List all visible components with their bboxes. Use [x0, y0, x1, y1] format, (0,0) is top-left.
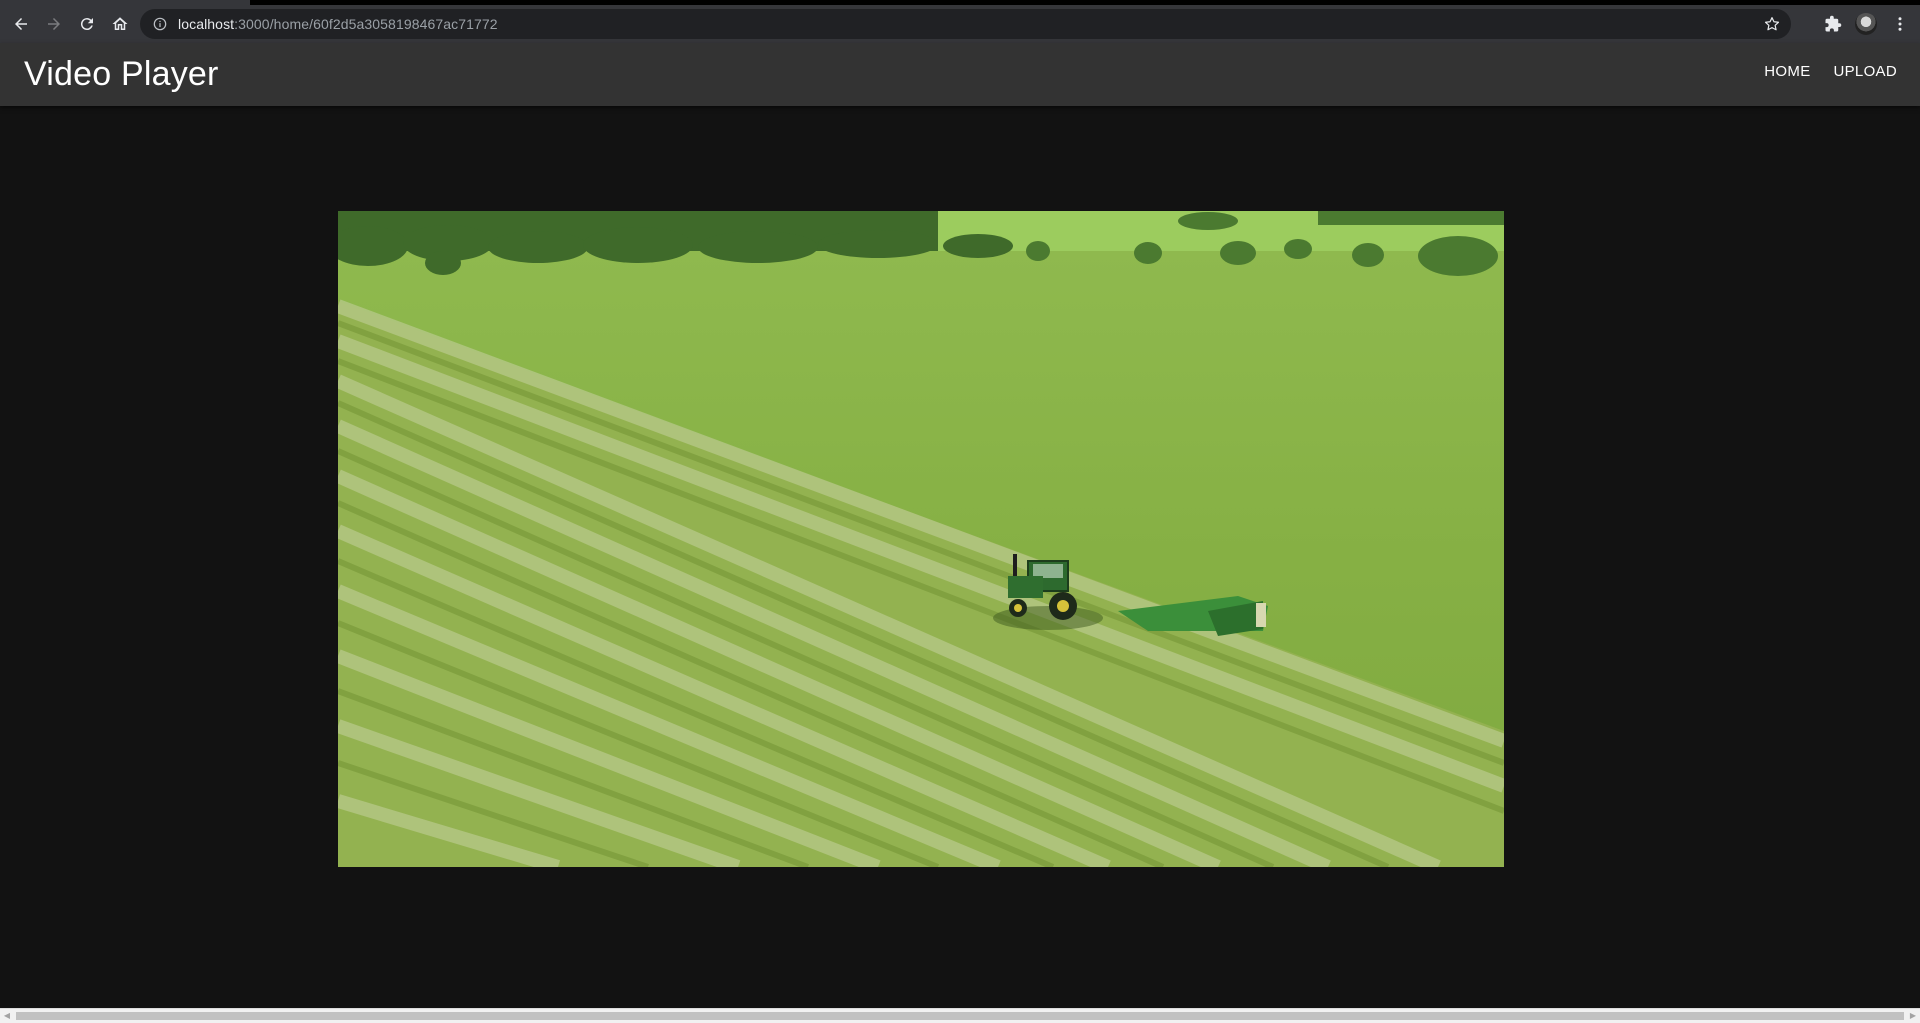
video-frame: [338, 211, 1504, 867]
main-nav: HOME UPLOAD: [1764, 63, 1897, 80]
profile-avatar[interactable]: [1855, 13, 1877, 35]
info-icon[interactable]: [152, 16, 168, 32]
video-player[interactable]: [338, 211, 1504, 867]
scroll-left-icon[interactable]: ◀: [2, 1011, 12, 1021]
forward-icon[interactable]: [38, 8, 70, 40]
nav-upload-link[interactable]: UPLOAD: [1834, 63, 1898, 80]
menu-icon[interactable]: [1884, 8, 1916, 40]
back-icon[interactable]: [5, 8, 37, 40]
url-text: localhost:3000/home/60f2d5a3058198467ac7…: [178, 16, 498, 32]
scrollbar-thumb[interactable]: [16, 1012, 1904, 1020]
address-bar[interactable]: localhost:3000/home/60f2d5a3058198467ac7…: [140, 9, 1791, 39]
app-title: Video Player: [24, 55, 219, 93]
nav-home-link[interactable]: HOME: [1764, 63, 1810, 80]
star-icon[interactable]: [1763, 15, 1781, 33]
scroll-right-icon[interactable]: ▶: [1908, 1011, 1918, 1021]
home-icon[interactable]: [104, 8, 136, 40]
reload-icon[interactable]: [71, 8, 103, 40]
horizontal-scrollbar[interactable]: ◀ ▶: [0, 1008, 1920, 1023]
app-bar: Video Player HOME UPLOAD: [0, 43, 1920, 106]
extensions-icon[interactable]: [1817, 8, 1849, 40]
browser-toolbar: localhost:3000/home/60f2d5a3058198467ac7…: [0, 5, 1920, 43]
